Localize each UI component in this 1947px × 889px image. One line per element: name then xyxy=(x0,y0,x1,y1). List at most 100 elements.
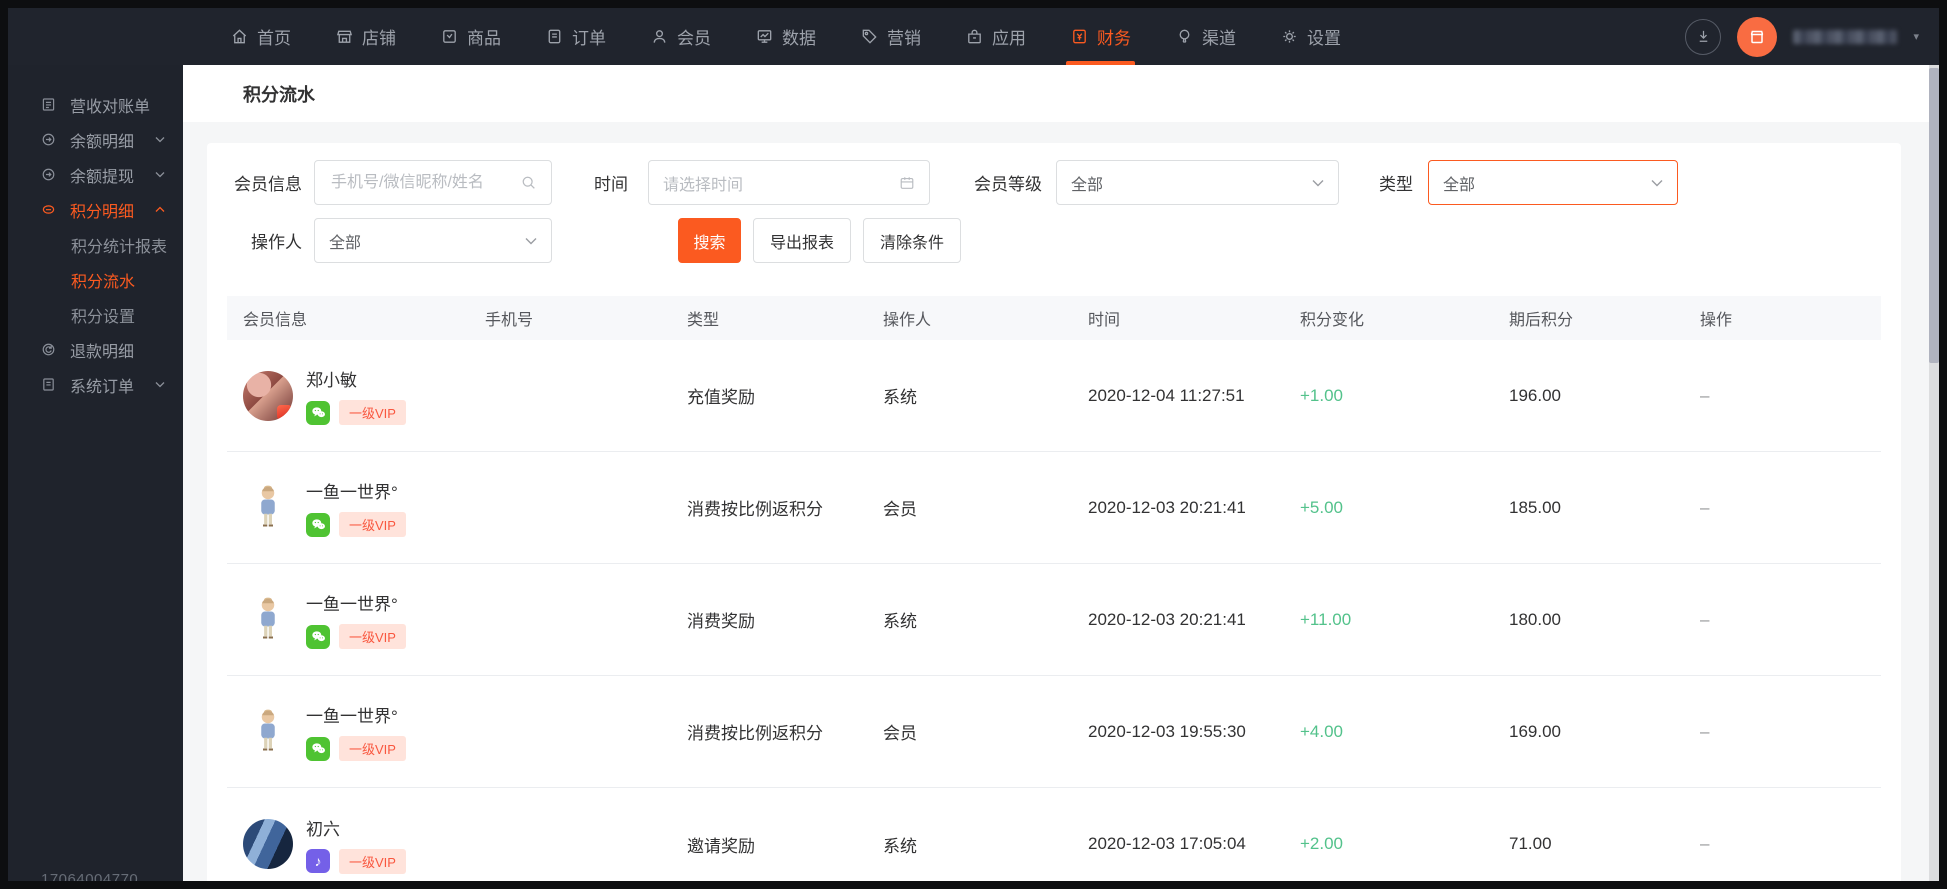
sidebar-label: 系统订单 xyxy=(70,378,135,396)
member-level-select[interactable]: 全部 xyxy=(1056,160,1339,205)
nav-item-marketing[interactable]: 营销 xyxy=(838,8,943,65)
nav-item-shop[interactable]: 店铺 xyxy=(313,8,418,65)
username-redacted[interactable] xyxy=(1793,29,1898,44)
type-value: 全部 xyxy=(1443,176,1476,194)
member-info-input-wrap xyxy=(314,160,552,205)
chevron-down-icon xyxy=(155,136,165,143)
action-cell: – xyxy=(1700,721,1710,741)
points-change-cell: +11.00 xyxy=(1300,609,1352,629)
sidebar-item-points-flow[interactable]: 积分流水 xyxy=(8,262,183,297)
sidebar-label: 余额明细 xyxy=(70,133,135,151)
page-title: 积分流水 xyxy=(243,84,315,105)
sidebar-item-points-settings[interactable]: 积分设置 xyxy=(8,297,183,332)
coin-icon xyxy=(40,201,57,218)
sidebar-label: 积分流水 xyxy=(71,273,136,291)
nav-item-apps[interactable]: 应用 xyxy=(943,8,1048,65)
finance-icon xyxy=(1070,27,1089,46)
home-icon xyxy=(230,27,249,46)
nav-label: 营销 xyxy=(887,29,921,48)
nav-label: 订单 xyxy=(572,29,606,48)
data-icon xyxy=(755,27,774,46)
music-icon: ♪ xyxy=(306,849,330,873)
nav-item-members[interactable]: 会员 xyxy=(628,8,733,65)
type-cell: 消费按比例返积分 xyxy=(687,500,823,519)
clear-filters-button[interactable]: 清除条件 xyxy=(863,218,961,263)
operator-cell: 会员 xyxy=(883,500,917,519)
top-nav: 首页 店铺 商品 订单 会员 数据 营销 应用 财务 渠道 设置 ▾ xyxy=(8,8,1939,65)
sidebar-item-refund-detail[interactable]: 退款明细 xyxy=(8,332,183,367)
wechat-icon xyxy=(306,736,330,761)
time-picker[interactable]: 请选择时间 xyxy=(648,160,930,205)
balance-cell: 185.00 xyxy=(1509,497,1561,517)
table-row: 一鱼一世界° 一级VIP 消费按比例返积分 会员 2020-12-03 20:2… xyxy=(227,452,1881,564)
avatar xyxy=(243,479,293,537)
page-header: 积分流水 xyxy=(183,65,1939,122)
apps-icon xyxy=(965,27,984,46)
nav-label: 会员 xyxy=(677,29,711,48)
sidebar-item-balance-withdraw[interactable]: 余额提现 xyxy=(8,157,183,192)
nav-item-channel[interactable]: 渠道 xyxy=(1153,8,1258,65)
member-level-value: 全部 xyxy=(1071,176,1104,194)
avatar xyxy=(243,703,293,761)
app-window: 首页 店铺 商品 订单 会员 数据 营销 应用 财务 渠道 设置 ▾ 营收对账单… xyxy=(8,8,1939,881)
nav-item-home[interactable]: 首页 xyxy=(208,8,313,65)
chevron-down-icon xyxy=(1312,179,1324,187)
channel-icon xyxy=(1175,27,1194,46)
nav-item-goods[interactable]: 商品 xyxy=(418,8,523,65)
sidebar-label: 积分设置 xyxy=(71,308,136,326)
sidebar: 营收对账单 余额明细 余额提现 积分明细 积分统计报表 积分流水 积分设置 退款… xyxy=(8,65,183,881)
points-change-cell: +4.00 xyxy=(1300,721,1344,741)
action-cell: – xyxy=(1700,497,1710,517)
search-icon[interactable] xyxy=(521,175,537,191)
nav-item-settings[interactable]: 设置 xyxy=(1258,8,1363,65)
vip-level-tag: 一级VIP xyxy=(339,736,406,761)
sidebar-item-revenue-statement[interactable]: 营收对账单 xyxy=(8,87,183,122)
col-header-phone: 手机号 xyxy=(485,312,534,329)
operator-select[interactable]: 全部 xyxy=(314,218,552,263)
search-button[interactable]: 搜索 xyxy=(678,218,741,263)
nav-item-orders[interactable]: 订单 xyxy=(523,8,628,65)
sidebar-item-points-detail[interactable]: 积分明细 xyxy=(8,192,183,227)
member-info-input[interactable] xyxy=(329,172,521,193)
sidebar-item-system-orders[interactable]: 系统订单 xyxy=(8,367,183,402)
operator-label: 操作人 xyxy=(251,233,302,252)
chevron-down-icon[interactable]: ▾ xyxy=(1913,30,1919,43)
avatar-badge xyxy=(277,404,292,420)
member-name: 一鱼一世界° xyxy=(306,483,398,502)
time-cell: 2020-12-03 19:55:30 xyxy=(1088,721,1246,741)
wechat-icon xyxy=(306,512,330,537)
scrollbar-thumb[interactable] xyxy=(1929,68,1939,363)
member-cell: 郑小敏 一级VIP xyxy=(243,366,485,425)
member-level-label: 会员等级 xyxy=(974,175,1042,194)
sidebar-item-points-report[interactable]: 积分统计报表 xyxy=(8,227,183,262)
nav-item-finance[interactable]: 财务 xyxy=(1048,8,1153,65)
points-change-cell: +5.00 xyxy=(1300,497,1344,517)
bill-icon xyxy=(40,96,57,113)
table-header: 会员信息 手机号 类型 操作人 时间 积分变化 期后积分 操作 xyxy=(227,296,1881,340)
col-header-type: 类型 xyxy=(687,312,720,329)
balance-cell: 169.00 xyxy=(1509,721,1561,741)
nav-label: 渠道 xyxy=(1202,29,1236,48)
member-name: 初六 xyxy=(306,819,340,839)
avatar xyxy=(243,591,293,649)
download-icon[interactable] xyxy=(1685,18,1722,55)
chevron-down-icon xyxy=(1651,179,1663,187)
gear-icon xyxy=(1280,27,1299,46)
member-name: 一鱼一世界° xyxy=(306,707,398,726)
member-cell: 一鱼一世界° 一级VIP xyxy=(243,590,485,649)
type-cell: 消费奖励 xyxy=(687,612,755,631)
export-report-button[interactable]: 导出报表 xyxy=(753,218,851,263)
nav-item-data[interactable]: 数据 xyxy=(733,8,838,65)
chevron-down-icon xyxy=(155,381,165,388)
balance-circle-icon xyxy=(40,131,57,148)
store-avatar[interactable] xyxy=(1737,16,1778,57)
table-row: 初六 ♪ 一级VIP 邀请奖励 系统 2020-12-03 17:05:04 +… xyxy=(227,788,1881,881)
sidebar-item-balance-detail[interactable]: 余额明细 xyxy=(8,122,183,157)
sidebar-label: 余额提现 xyxy=(70,168,135,186)
nav-label: 商品 xyxy=(467,29,501,48)
vertical-scrollbar[interactable] xyxy=(1929,65,1939,881)
chevron-up-icon xyxy=(155,206,165,213)
main-content: 积分流水 会员信息 时间 请选择时间 会员等级 xyxy=(183,65,1939,881)
col-header-member: 会员信息 xyxy=(243,312,308,329)
type-select[interactable]: 全部 xyxy=(1428,160,1678,205)
